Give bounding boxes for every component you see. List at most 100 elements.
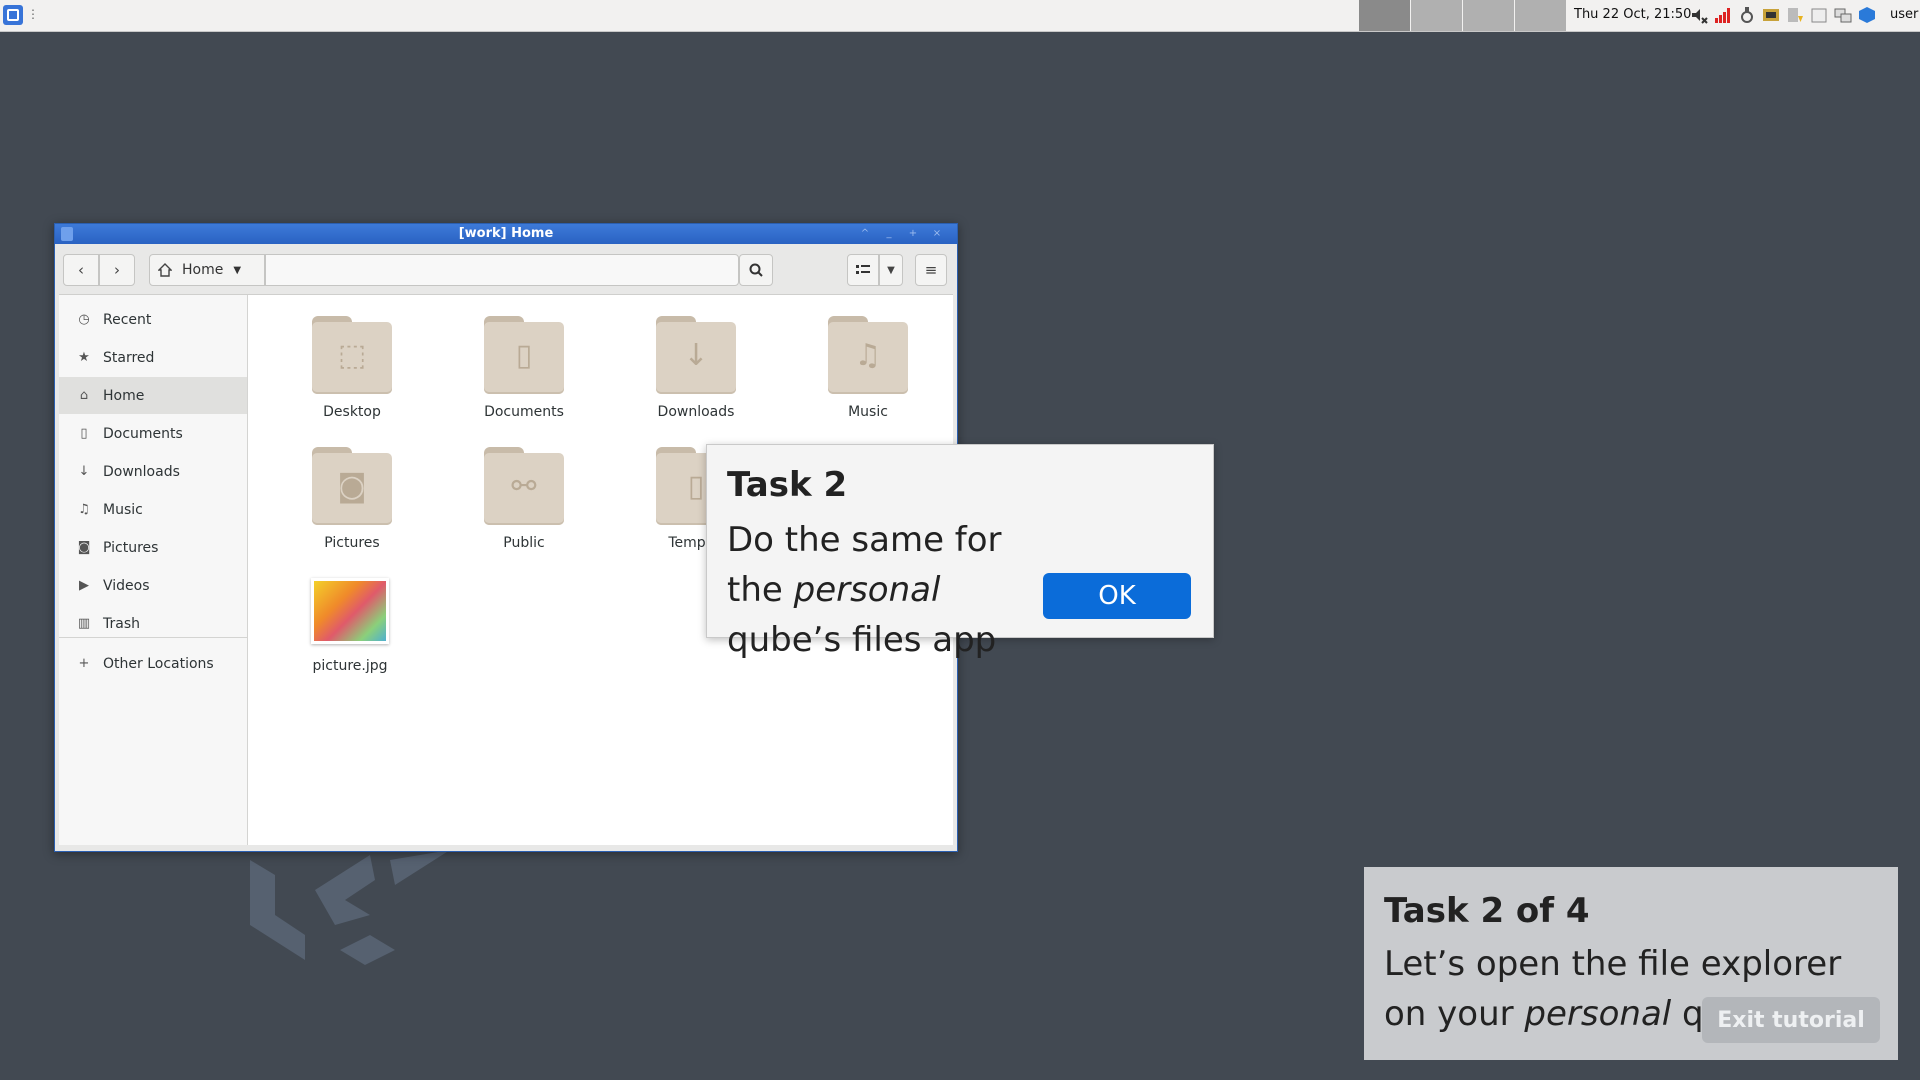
- shade-icon[interactable]: ^: [855, 227, 875, 241]
- search-icon: [749, 263, 763, 277]
- maximize-icon[interactable]: +: [903, 227, 923, 241]
- download-icon: ↓: [78, 464, 90, 479]
- sidebar-item-label: Other Locations: [103, 655, 214, 672]
- plus-icon: +: [78, 656, 90, 671]
- list-view-icon: [856, 265, 870, 274]
- sidebar-item-pictures[interactable]: ◙ Pictures: [59, 529, 247, 566]
- home-icon: [158, 263, 172, 277]
- qubes-domains-icon[interactable]: [1762, 6, 1780, 24]
- music-folder-icon: ♫: [828, 316, 908, 394]
- sidebar-item-videos[interactable]: ▶ Videos: [59, 567, 247, 604]
- file-item-documents[interactable]: ▯ Documents: [454, 316, 594, 420]
- sidebar-item-label: Videos: [103, 577, 150, 594]
- sidebar-item-label: Music: [103, 501, 143, 518]
- documents-folder-icon: ▯: [484, 316, 564, 394]
- file-item-picture-jpg[interactable]: picture.jpg: [280, 578, 420, 674]
- sidebar-item-home[interactable]: ⌂ Home: [59, 377, 247, 414]
- workspace-1[interactable]: [1359, 0, 1410, 31]
- window-title: [work] Home: [458, 226, 554, 241]
- menu-button[interactable]: ≡: [915, 254, 947, 286]
- workspace-4[interactable]: [1515, 0, 1566, 31]
- music-icon: ♫: [78, 502, 90, 517]
- panel-grip-icon: ⋮: [27, 7, 39, 21]
- ok-button[interactable]: OK: [1043, 573, 1191, 619]
- network-signal-icon[interactable]: [1714, 6, 1732, 24]
- view-options-button[interactable]: ▼: [879, 254, 903, 286]
- workspace-2[interactable]: [1411, 0, 1462, 31]
- file-name: Documents: [484, 404, 564, 420]
- volume-muted-icon[interactable]: [1690, 6, 1708, 24]
- path-bar-home[interactable]: Home ▼: [149, 254, 265, 286]
- exit-tutorial-button[interactable]: Exit tutorial: [1702, 997, 1880, 1043]
- system-tray: [1690, 6, 1876, 24]
- file-name: Desktop: [323, 404, 381, 420]
- file-name: picture.jpg: [312, 658, 388, 674]
- camera-icon: ◙: [77, 540, 91, 555]
- workspace-3[interactable]: [1463, 0, 1514, 31]
- view-mode-button[interactable]: [847, 254, 879, 286]
- file-item-music[interactable]: ♫ Music: [798, 316, 938, 420]
- file-item-pictures[interactable]: ◙ Pictures: [282, 447, 422, 551]
- sidebar-item-documents[interactable]: ▯ Documents: [59, 415, 247, 452]
- toolbar: ‹ › Home ▼ ▼ ≡: [59, 246, 953, 295]
- sidebar-item-label: Starred: [103, 349, 155, 366]
- tutorial-panel: Task 2 of 4 Let’s open the file explorer…: [1364, 867, 1898, 1060]
- file-name: Public: [503, 535, 545, 551]
- trash-icon: ▥: [77, 616, 91, 631]
- path-bar-label: Home: [182, 262, 224, 278]
- back-button[interactable]: ‹: [63, 254, 99, 286]
- updates-icon[interactable]: [1786, 6, 1804, 24]
- qubes-logo-watermark: [250, 850, 450, 965]
- sidebar-item-music[interactable]: ♫ Music: [59, 491, 247, 528]
- sidebar-item-label: Pictures: [103, 539, 159, 556]
- workspace-switcher: [1359, 0, 1567, 31]
- top-panel: ⋮ Thu 22 Oct, 21:50 user: [0, 0, 1920, 32]
- chevron-left-icon: ‹: [78, 261, 84, 279]
- file-item-public[interactable]: ⚯ Public: [454, 447, 594, 551]
- sidebar-item-label: Trash: [103, 615, 140, 632]
- chevron-down-icon: ▼: [887, 264, 895, 276]
- forward-button[interactable]: ›: [99, 254, 135, 286]
- star-icon: ★: [78, 350, 90, 365]
- home-icon: ⌂: [79, 388, 89, 403]
- video-icon: ▶: [79, 578, 89, 593]
- file-name: Music: [848, 404, 888, 420]
- file-item-downloads[interactable]: ↓ Downloads: [626, 316, 766, 420]
- chevron-right-icon: ›: [114, 261, 120, 279]
- file-name: Pictures: [324, 535, 380, 551]
- window-titlebar[interactable]: [work] Home ^ _ + ×: [55, 224, 957, 244]
- usb-device-icon[interactable]: [1738, 6, 1756, 24]
- file-item-desktop[interactable]: ⬚ Desktop: [282, 316, 422, 420]
- popover-text-part: qube’s files app: [727, 620, 997, 660]
- document-icon: ▯: [80, 426, 88, 441]
- popover-text-emphasis: personal: [793, 570, 941, 610]
- places-sidebar: ◷ Recent ★ Starred ⌂ Home ▯ Documents ↓ …: [59, 295, 248, 845]
- location-entry[interactable]: [265, 254, 739, 286]
- app-menu-icon[interactable]: [3, 5, 23, 25]
- public-folder-icon: ⚯: [484, 447, 564, 525]
- tutorial-text-emphasis: personal: [1524, 994, 1672, 1034]
- popover-text: Do the same for the personal qube’s file…: [727, 515, 1057, 665]
- search-button[interactable]: [739, 254, 773, 286]
- clipboard-icon[interactable]: [1810, 6, 1828, 24]
- sidebar-item-label: Downloads: [103, 463, 180, 480]
- close-icon[interactable]: ×: [927, 227, 947, 241]
- sidebar-item-downloads[interactable]: ↓ Downloads: [59, 453, 247, 490]
- sidebar-item-other-locations[interactable]: + Other Locations: [59, 645, 247, 682]
- popover-title: Task 2: [727, 465, 848, 505]
- task-popover: Task 2 Do the same for the personal qube…: [706, 444, 1214, 660]
- minimize-icon[interactable]: _: [879, 227, 899, 241]
- qube-manager-icon[interactable]: [1858, 6, 1876, 24]
- clock[interactable]: Thu 22 Oct, 21:50: [1574, 7, 1691, 22]
- sidebar-item-starred[interactable]: ★ Starred: [59, 339, 247, 376]
- desktop-folder-icon: ⬚: [312, 316, 392, 394]
- devices-icon[interactable]: [1834, 6, 1852, 24]
- sidebar-item-recent[interactable]: ◷ Recent: [59, 301, 247, 338]
- hamburger-icon: ≡: [924, 261, 938, 279]
- user-menu[interactable]: user: [1890, 7, 1918, 22]
- chevron-down-icon[interactable]: ▼: [233, 265, 241, 276]
- downloads-folder-icon: ↓: [656, 316, 736, 394]
- sidebar-item-label: Home: [103, 387, 145, 404]
- clock-icon: ◷: [78, 312, 90, 327]
- image-file-icon: [311, 578, 389, 644]
